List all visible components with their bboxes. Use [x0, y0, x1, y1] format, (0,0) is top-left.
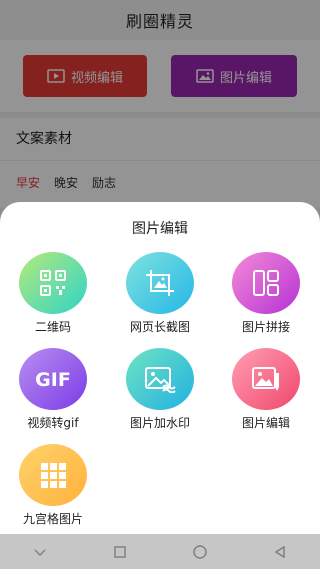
tool-image-edit[interactable]: 图片编辑	[223, 348, 309, 431]
watermark-image-icon	[126, 348, 194, 410]
tool-label: 图片拼接	[241, 320, 290, 334]
back-chevron-icon[interactable]	[32, 544, 48, 560]
tool-image-collage[interactable]: 图片拼接	[223, 252, 309, 335]
tool-label: 图片加水印	[129, 416, 190, 430]
sheet-title: 图片编辑	[132, 221, 188, 237]
edit-image-icon	[232, 348, 300, 410]
tool-image-watermark[interactable]: 图片加水印	[117, 348, 203, 431]
tool-label: 九宫格图片	[22, 512, 83, 526]
back-triangle-icon[interactable]	[272, 544, 288, 560]
crop-image-icon	[126, 252, 194, 314]
tool-label: 图片编辑	[241, 416, 290, 430]
layout-collage-icon	[232, 252, 300, 314]
tool-video-to-gif[interactable]: GIF 视频转gif	[10, 348, 96, 431]
tool-label: 视频转gif	[27, 416, 79, 430]
tool-nine-grid[interactable]: 九宫格图片	[10, 444, 96, 527]
home-circle-icon[interactable]	[192, 544, 208, 560]
home-square-icon[interactable]	[112, 544, 128, 560]
tool-label: 网页长截图	[129, 320, 190, 334]
image-edit-sheet: 图片编辑 二维码 网页长截图 图片拼接 GIF 视频转gif 图片加水印 图片编…	[0, 202, 320, 534]
svg-text:GIF: GIF	[35, 369, 71, 390]
tool-web-screenshot[interactable]: 网页长截图	[117, 252, 203, 335]
qr-code-icon	[19, 252, 87, 314]
gif-icon: GIF	[19, 348, 87, 410]
tool-qr-code[interactable]: 二维码	[10, 252, 96, 335]
nine-grid-icon	[19, 444, 87, 506]
system-nav-bar	[0, 534, 320, 569]
tool-label: 二维码	[34, 320, 71, 334]
